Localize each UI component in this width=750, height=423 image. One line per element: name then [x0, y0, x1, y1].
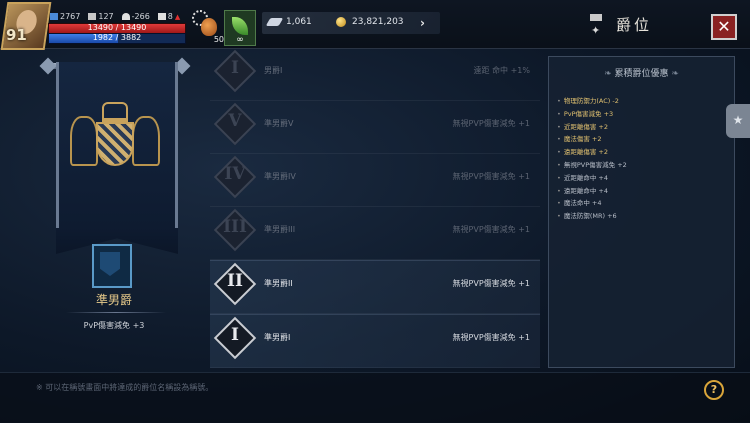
- side-tab-star-icon[interactable]: ★: [726, 104, 750, 138]
- stat-defense-value: 127: [98, 12, 114, 21]
- stat-trophy-value: 8: [167, 12, 173, 21]
- rank-row[interactable]: V 準男爵V 無視PVP傷害減免 +1: [210, 101, 540, 154]
- gold-coin-icon: [336, 17, 346, 27]
- bonus-list: 物理防禦力(AC) -2 PvP傷害減免 +3 近距離傷害 +2 魔法傷害 +2…: [557, 95, 627, 223]
- bonus-item: 遠距離命中 +4: [557, 185, 627, 198]
- rank-numeral: IV: [224, 164, 246, 184]
- buff-duration: ∞: [236, 35, 244, 45]
- rank-effect: 無視PVP傷害減免 +1: [452, 225, 530, 234]
- rank-effect: 無視PVP傷害減免 +1: [452, 333, 530, 342]
- rank-numeral: II: [227, 271, 243, 291]
- footer: ※ 可以在稱號畫面中將達成的爵位名稱設為稱號。 ?: [0, 372, 750, 423]
- potion-slot[interactable]: 50: [196, 12, 224, 44]
- currency-expand-button[interactable]: ›: [420, 16, 425, 30]
- shield-icon: [88, 13, 97, 20]
- page-title: 爵位: [616, 16, 653, 34]
- gold-count: 23,821,203: [352, 17, 404, 27]
- left-stag-icon: [70, 116, 98, 166]
- bonus-item: 魔法命中 +4: [557, 197, 627, 210]
- rank-effect-value: 命中 +1%: [492, 66, 530, 75]
- rank-name: 男爵I: [264, 66, 283, 75]
- stat-alignment-value: -266: [131, 12, 150, 21]
- rank-row[interactable]: IV 準男爵IV 無視PVP傷害減免 +1: [210, 154, 540, 207]
- character-level: 91: [6, 26, 27, 44]
- left-wing-icon: ❧: [604, 69, 615, 79]
- mp-text: 1982 / 3882: [92, 33, 142, 42]
- leaf-icon: [232, 17, 248, 35]
- rank-numeral: I: [231, 325, 239, 345]
- bonus-item: 遠距離傷害 +2: [557, 146, 627, 159]
- rank-name: 準男爵IV: [264, 172, 296, 181]
- help-button[interactable]: ?: [704, 380, 724, 400]
- trophy-icon: [157, 13, 166, 20]
- rank-effect: 遠距 命中 +1%: [474, 65, 530, 76]
- rank-name: 準男爵V: [264, 119, 294, 128]
- bonus-item: 近距離命中 +4: [557, 172, 627, 185]
- feather-icon: [265, 18, 284, 26]
- rank-row[interactable]: I 男爵I 遠距 命中 +1%: [210, 48, 540, 101]
- currency-bar: 1,061 23,821,203 ›: [262, 12, 440, 34]
- stat-trophy: 8 ▲: [157, 12, 181, 21]
- crown-icon: [102, 102, 128, 122]
- helmet-icon: [121, 13, 130, 20]
- red-triangle-icon: ▲: [174, 12, 181, 21]
- rank-numeral: III: [223, 217, 247, 237]
- sword-icon: [50, 13, 58, 20]
- rank-numeral: V: [228, 111, 242, 131]
- right-wing-icon: ❧: [668, 69, 679, 79]
- rank-effect: 無視PVP傷害減免 +1: [452, 279, 530, 288]
- hp-text: 13490 / 13490: [87, 23, 147, 32]
- top-hud: 91 2767 127 -266 8 ▲ 13490 / 13490 1982 /…: [0, 0, 750, 50]
- rank-name: 準男爵II: [264, 279, 293, 288]
- diamond-count: 1,061: [286, 17, 312, 27]
- bonus-item: PvP傷害減免 +3: [557, 108, 627, 121]
- bonus-item: 魔法傷害 +2: [557, 133, 627, 146]
- title-icon-top: [590, 14, 602, 21]
- cumulative-bonus-panel: ❧ 累積爵位優惠 ❧ 物理防禦力(AC) -2 PvP傷害減免 +3 近距離傷害…: [548, 56, 735, 368]
- bonus-item: 魔法防禦(MR) +6: [557, 210, 627, 223]
- title-icon-star: ✦: [591, 24, 601, 37]
- close-button[interactable]: ✕: [711, 14, 737, 40]
- stat-defense: 127: [88, 12, 114, 21]
- rank-effect-prefix: 遠距: [473, 66, 490, 75]
- stat-attack: 2767: [50, 12, 80, 21]
- rank-divider: [66, 312, 166, 313]
- character-stats: 2767 127 -266 8 ▲: [50, 12, 180, 21]
- rank-effect: 無視PVP傷害減免 +1: [452, 172, 530, 181]
- stat-alignment: -266: [121, 12, 150, 21]
- rank-numeral: I: [231, 58, 239, 78]
- bonus-item: 無視PVP傷害減免 +2: [557, 159, 627, 172]
- buff-slot[interactable]: ∞: [224, 10, 256, 46]
- right-stag-icon: [132, 116, 160, 166]
- panel-title: ❧ 累積爵位優惠 ❧: [549, 66, 734, 79]
- rank-badge-icon: [100, 252, 120, 276]
- current-rank-name: 準男爵: [95, 293, 132, 307]
- rank-name: 準男爵III: [264, 225, 296, 234]
- panel-title-text: 累積爵位優惠: [614, 69, 669, 79]
- rank-badge: [92, 244, 132, 288]
- footer-hint: ※ 可以在稱號畫面中將達成的爵位名稱設為稱號。: [36, 383, 214, 392]
- rank-list: I 男爵I 遠距 命中 +1% V 準男爵V 無視PVP傷害減免 +1 IV 準…: [210, 48, 540, 368]
- bonus-item: 物理防禦力(AC) -2: [557, 95, 627, 108]
- bonus-item: 近距離傷害 +2: [557, 121, 627, 134]
- current-rank-bonus: PvP傷害減免 +3: [83, 321, 145, 330]
- rank-row[interactable]: III 準男爵III 無視PVP傷害減免 +1: [210, 207, 540, 260]
- rank-name: 準男爵I: [264, 333, 291, 342]
- noble-crest: [68, 92, 160, 192]
- rank-effect: 無視PVP傷害減免 +1: [452, 119, 530, 128]
- crest-shield-icon: [96, 122, 134, 166]
- potion-count: 50: [213, 35, 224, 44]
- rank-row[interactable]: I 準男爵I 無視PVP傷害減免 +1: [210, 314, 540, 368]
- rank-title-icon: ✦: [588, 14, 604, 37]
- mp-bar: 1982 / 3882: [48, 33, 186, 44]
- potion-icon: [201, 18, 217, 36]
- rank-row[interactable]: II 準男爵II 無視PVP傷害減免 +1: [210, 260, 540, 314]
- stat-attack-value: 2767: [60, 12, 81, 21]
